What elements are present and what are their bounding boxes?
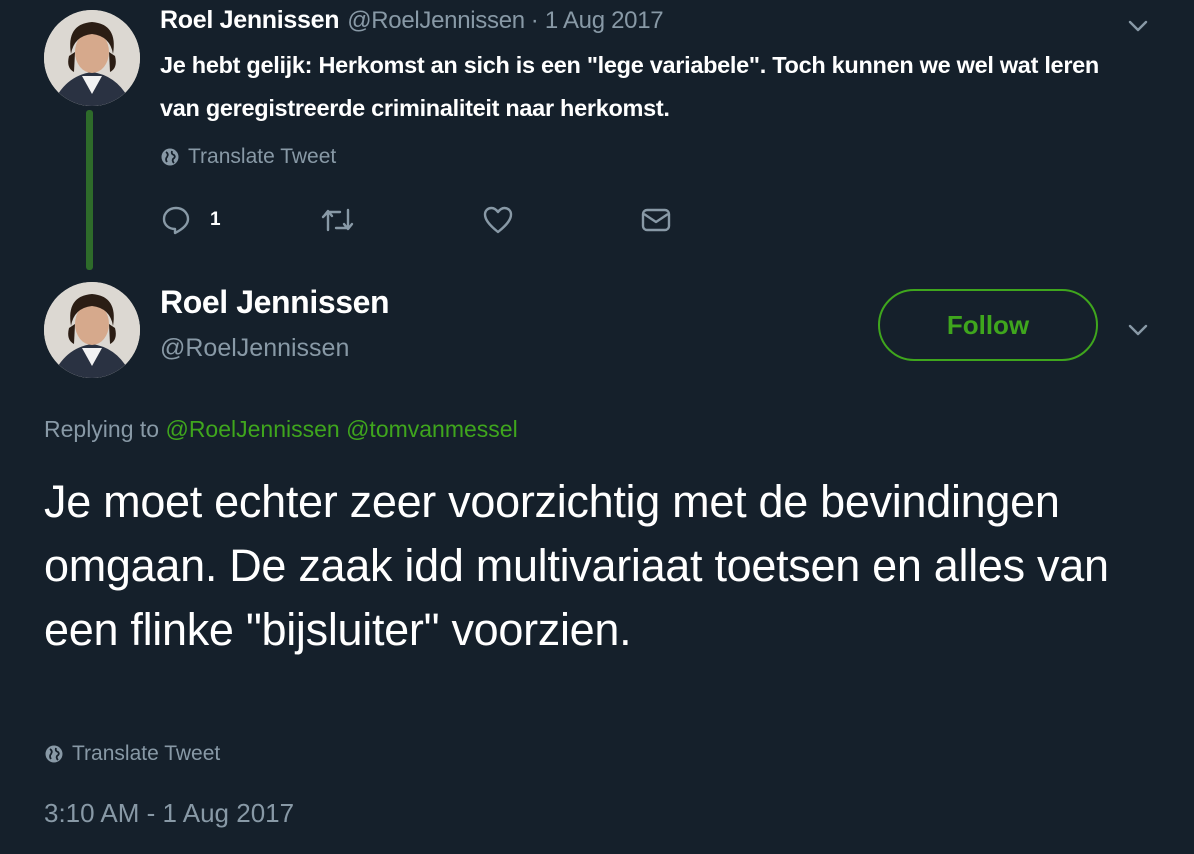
main-translate-link[interactable]: Translate Tweet — [44, 742, 220, 766]
follow-button[interactable]: Follow — [878, 289, 1098, 361]
parent-tweet-menu[interactable] — [1126, 14, 1150, 43]
main-tweet-text: Je moet echter zeer voorzichtig met de b… — [44, 476, 1109, 655]
parent-translate-link[interactable]: Translate Tweet — [160, 145, 336, 169]
replying-mentions[interactable]: @RoelJennissen @tomvanmessel — [165, 416, 517, 442]
avatar-portrait-icon — [44, 10, 140, 106]
parent-tweet-date[interactable]: · 1 Aug 2017 — [531, 7, 664, 34]
replying-prefix: Replying to — [44, 416, 160, 442]
envelope-icon — [641, 208, 671, 232]
parent-tweet-text: Je hebt gelijk: Herkomst an sich is een … — [160, 52, 1099, 121]
replying-to: Replying to @RoelJennissen @tomvanmessel — [44, 416, 518, 443]
avatar-portrait-icon — [44, 282, 140, 378]
globe-icon — [45, 745, 63, 763]
parent-translate-label: Translate Tweet — [188, 145, 337, 168]
chevron-down-icon — [1128, 20, 1148, 32]
like-button[interactable] — [482, 204, 514, 236]
main-author-name[interactable]: Roel Jennissen — [160, 284, 390, 321]
reply-icon — [162, 206, 190, 235]
direct-message-button[interactable] — [640, 204, 672, 236]
main-translate-label: Translate Tweet — [72, 742, 221, 765]
retweet-icon — [321, 208, 354, 232]
parent-author-name[interactable]: Roel Jennissen — [160, 6, 340, 34]
tweet-timestamp[interactable]: 3:10 AM - 1 Aug 2017 — [44, 798, 294, 829]
main-tweet-menu[interactable] — [1126, 318, 1150, 347]
chevron-down-icon — [1128, 324, 1148, 336]
parent-author-handle[interactable]: @RoelJennissen — [347, 7, 525, 34]
parent-tweet-header: Roel Jennissen @RoelJennissen · 1 Aug 2017 — [160, 6, 664, 35]
avatar[interactable] — [44, 282, 140, 378]
main-author-handle[interactable]: @RoelJennissen — [160, 334, 349, 363]
avatar[interactable] — [44, 10, 140, 106]
reply-button[interactable]: 1 — [160, 204, 221, 236]
heart-icon — [483, 206, 513, 234]
retweet-button[interactable] — [320, 204, 356, 236]
thread-connector-line — [86, 110, 93, 270]
globe-icon — [161, 148, 179, 166]
reply-count: 1 — [210, 209, 221, 230]
